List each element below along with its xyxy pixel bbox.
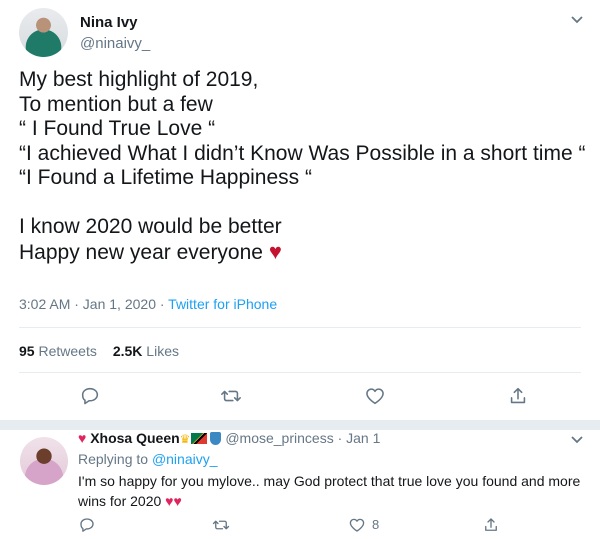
- replying-handle[interactable]: @ninaivy_: [152, 451, 218, 467]
- reply-tweet[interactable]: ♥ Xhosa Queen♛ @mose_princess · Jan 1 Re…: [0, 430, 600, 539]
- tweet-line: I know 2020 would be better: [19, 215, 282, 238]
- tweet-line: My best highlight of 2019,: [19, 68, 259, 91]
- likes-stat[interactable]: 2.5K Likes: [113, 343, 179, 359]
- crown-emoji: ♛: [179, 432, 191, 446]
- hearts-emoji: ♥♥: [165, 493, 182, 509]
- likes-count: 2.5K: [112, 343, 143, 359]
- reply-text: I'm so happy for you mylove.. may God pr…: [78, 471, 588, 511]
- like-count: 8: [372, 517, 380, 532]
- south-africa-flag-icon: [191, 433, 208, 444]
- retweet-icon[interactable]: [220, 385, 242, 407]
- replying-to: Replying to @ninaivy_: [78, 451, 218, 467]
- reply-author-name[interactable]: Xhosa Queen: [90, 430, 179, 446]
- tweet-actions: [0, 385, 600, 409]
- likes-label: Likes: [146, 343, 179, 359]
- tweet-line: “ I Found True Love “: [19, 117, 216, 140]
- heart-emoji: ♥: [268, 238, 282, 264]
- tweet-line: Happy new year everyone: [19, 240, 263, 264]
- share-icon[interactable]: [507, 385, 529, 407]
- tweet-stats: 95 Retweets 2.5K Likes: [19, 343, 179, 359]
- retweets-label: Retweets: [38, 343, 97, 359]
- reply-header: ♥ Xhosa Queen♛ @mose_princess · Jan 1: [78, 430, 380, 446]
- divider: [19, 327, 581, 328]
- reply-icon[interactable]: [78, 516, 96, 534]
- share-icon[interactable]: [482, 516, 500, 534]
- reply-body: I'm so happy for you mylove.. may God pr…: [78, 473, 581, 509]
- author-name[interactable]: Nina Ivy: [80, 14, 138, 31]
- like-icon[interactable]: [364, 385, 386, 407]
- reply-avatar[interactable]: [20, 437, 68, 485]
- chevron-down-icon[interactable]: [570, 14, 584, 24]
- replying-label: Replying to: [78, 451, 152, 467]
- shield-icon: [210, 432, 222, 445]
- tweet-text: My best highlight of 2019, To mention bu…: [19, 68, 594, 264]
- section-separator: [0, 420, 600, 430]
- author-handle[interactable]: @ninaivy_: [80, 35, 150, 52]
- reply-actions: 8: [0, 516, 600, 534]
- chevron-down-icon[interactable]: [570, 434, 584, 444]
- tweet-timestamp[interactable]: 3:02 AM · Jan 1, 2020 ·: [19, 296, 168, 312]
- retweets-stat[interactable]: 95 Retweets: [19, 343, 97, 359]
- reply-icon[interactable]: [79, 385, 101, 407]
- tweet-line-last: Happy new year everyone ♥: [19, 238, 594, 265]
- reply-author-handle[interactable]: @mose_princess: [225, 430, 333, 446]
- reply-date[interactable]: · Jan 1: [334, 430, 381, 446]
- retweets-count: 95: [19, 343, 35, 359]
- retweet-icon[interactable]: [212, 516, 230, 534]
- tweet-line: “I achieved What I didn’t Know Was Possi…: [19, 141, 586, 165]
- tweet-meta: 3:02 AM · Jan 1, 2020 · Twitter for iPho…: [19, 296, 277, 312]
- like-icon[interactable]: [348, 516, 366, 534]
- main-tweet: Nina Ivy @ninaivy_ My best highlight of …: [0, 0, 600, 420]
- tweet-source[interactable]: Twitter for iPhone: [168, 296, 277, 312]
- tweet-line: To mention but a few: [19, 92, 213, 116]
- heart-emoji: ♥: [78, 430, 87, 446]
- tweet-line: [19, 191, 594, 216]
- avatar[interactable]: [19, 8, 68, 57]
- divider: [19, 372, 581, 373]
- tweet-line: “I Found a Lifetime Happiness “: [19, 166, 312, 189]
